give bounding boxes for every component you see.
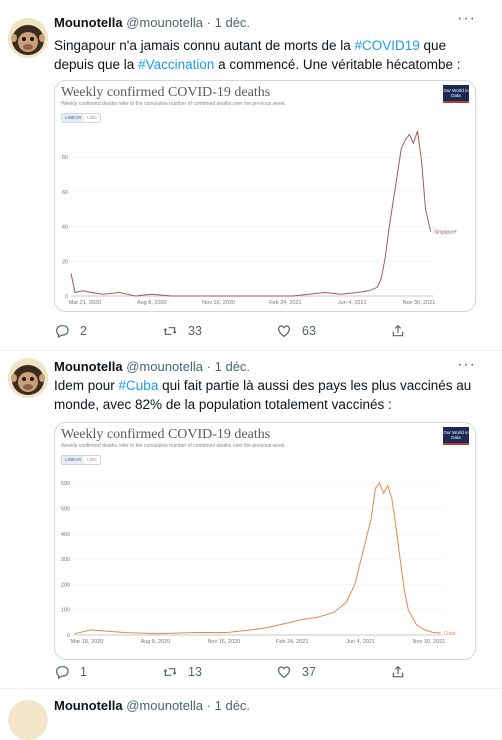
avatar[interactable]: [8, 700, 48, 740]
separator: ·: [206, 359, 211, 374]
x-tick-label: Jun 4, 2021: [346, 639, 375, 645]
tweet-date[interactable]: 1 déc.: [215, 698, 250, 713]
heart-icon: [278, 666, 290, 679]
reply-icon: [56, 325, 69, 339]
chimp-avatar-icon: [8, 358, 48, 398]
retweet-count: 33: [188, 324, 202, 338]
avatar[interactable]: [8, 358, 48, 398]
reply-count: 2: [80, 324, 87, 338]
share-button[interactable]: [390, 323, 406, 339]
text-segment: Idem pour: [54, 378, 119, 393]
like-count: 37: [302, 665, 316, 679]
y-tick-label: 400: [61, 532, 70, 538]
y-tick-label: 200: [61, 582, 70, 588]
text-segment: Singapour n'a jamais connu autant de mor…: [54, 38, 355, 53]
chart-image[interactable]: Weekly confirmed COVID-19 deaths Weekly …: [54, 80, 476, 312]
x-tick-label: Jun 4, 2021: [338, 300, 367, 306]
series-line: [70, 130, 432, 297]
share-icon: [392, 324, 404, 337]
tweet-date[interactable]: 1 déc.: [215, 15, 250, 30]
tweet-text: Singapour n'a jamais connu autant de mor…: [54, 36, 474, 74]
tweet[interactable]: Mounotella @mounotella · 1 déc. ··· Sing…: [0, 0, 502, 351]
series-label: Cuba: [444, 631, 456, 637]
line-chart: 0 100 200 300 400 500 600 Mar 18, 2020 Aug 8, 20…: [61, 481, 456, 645]
line-chart: 0 20 40 60 80 Mar 21, 2020 Aug 8, 2020 Nov 16, …: [62, 130, 457, 306]
like-count: 63: [302, 324, 316, 338]
hashtag-link[interactable]: #Vaccination: [138, 57, 214, 72]
y-tick-label: 500: [61, 506, 70, 512]
chimp-avatar-icon: [8, 18, 48, 58]
y-tick-label: 20: [62, 259, 68, 265]
y-tick-label: 60: [62, 190, 68, 196]
y-tick-label: 0: [65, 294, 68, 300]
tweet-actions: 1 13 37: [54, 664, 484, 680]
like-button[interactable]: 63: [276, 323, 316, 339]
tweet-text: Idem pour #Cuba qui fait partie là aussi…: [54, 376, 474, 414]
like-button[interactable]: 37: [276, 664, 316, 680]
more-options-icon[interactable]: ···: [457, 10, 476, 28]
x-tick-label: Feb 24, 2021: [269, 300, 301, 306]
heart-icon: [278, 325, 290, 338]
separator: ·: [206, 698, 211, 713]
reply-button[interactable]: 2: [54, 323, 87, 339]
series-label: Singapore: [434, 230, 457, 236]
hashtag-link[interactable]: #COVID19: [355, 38, 420, 53]
tweet-date[interactable]: 1 déc.: [215, 359, 250, 374]
retweet-count: 13: [188, 665, 202, 679]
avatar[interactable]: [8, 18, 48, 58]
x-tick-label: Aug 8, 2020: [137, 300, 167, 306]
reply-icon: [56, 666, 69, 680]
retweet-icon: [163, 668, 177, 676]
y-tick-label: 100: [61, 608, 70, 614]
separator: ·: [206, 15, 211, 30]
x-tick-label: Nov 16, 2020: [207, 639, 240, 645]
x-tick-label: Mar 21, 2020: [69, 300, 101, 306]
tweet-header: Mounotella @mounotella · 1 déc.: [54, 698, 250, 713]
hashtag-link[interactable]: #Cuba: [119, 378, 159, 393]
x-tick-label: Nov 30, 2021: [403, 300, 436, 306]
share-icon: [392, 665, 404, 678]
tweet[interactable]: Mounotella @mounotella · 1 déc. ··· Idem…: [0, 350, 502, 689]
author-name[interactable]: Mounotella: [54, 698, 123, 713]
author-handle[interactable]: @mounotella: [126, 359, 203, 374]
reply-button[interactable]: 1: [54, 664, 87, 680]
tweet-header: Mounotella @mounotella · 1 déc.: [54, 359, 250, 374]
reply-count: 1: [80, 665, 87, 679]
retweet-icon: [163, 327, 177, 335]
retweet-button[interactable]: 33: [162, 323, 202, 339]
x-tick-label: Nov 16, 2020: [202, 300, 235, 306]
x-tick-label: Aug 8, 2020: [141, 639, 171, 645]
y-tick-label: 300: [61, 557, 70, 563]
series-line: [74, 482, 441, 635]
y-tick-label: 40: [62, 225, 68, 231]
author-handle[interactable]: @mounotella: [126, 698, 203, 713]
x-tick-label: Feb 24, 2021: [276, 639, 308, 645]
more-options-icon[interactable]: ···: [457, 356, 476, 374]
tweet-header: Mounotella @mounotella · 1 déc.: [54, 15, 250, 30]
x-tick-label: Mar 18, 2020: [71, 639, 103, 645]
share-button[interactable]: [390, 664, 406, 680]
tweet-actions: 2 33 63: [54, 323, 484, 339]
author-name[interactable]: Mounotella: [54, 15, 123, 30]
y-tick-label: 600: [61, 481, 70, 487]
y-tick-label: 0: [67, 633, 70, 639]
x-tick-label: Nov 30, 2021: [413, 639, 446, 645]
retweet-button[interactable]: 13: [162, 664, 202, 680]
author-handle[interactable]: @mounotella: [126, 15, 203, 30]
tweet[interactable]: Mounotella @mounotella · 1 déc.: [0, 688, 502, 740]
y-tick-label: 80: [62, 155, 68, 161]
author-name[interactable]: Mounotella: [54, 359, 123, 374]
chart-image[interactable]: Weekly confirmed COVID-19 deaths Weekly …: [54, 422, 476, 660]
text-segment: a commencé. Une véritable hécatombe :: [214, 57, 461, 72]
